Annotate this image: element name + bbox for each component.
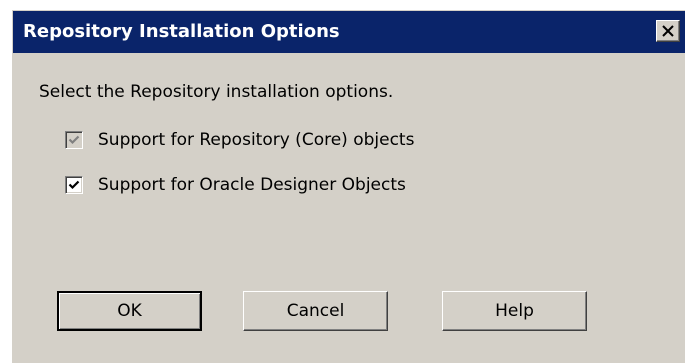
checkmark-icon <box>68 180 80 190</box>
oracle-designer-label[interactable]: Support for Oracle Designer Objects <box>98 175 406 195</box>
dialog-window: Repository Installation Options Select t… <box>12 10 685 363</box>
oracle-designer-checkbox[interactable] <box>65 176 83 194</box>
dialog-title: Repository Installation Options <box>23 21 340 42</box>
title-bar[interactable]: Repository Installation Options <box>13 11 685 53</box>
repository-core-checkbox <box>65 131 83 149</box>
ok-button[interactable]: OK <box>57 291 202 331</box>
close-button[interactable] <box>656 20 680 42</box>
help-button[interactable]: Help <box>442 291 587 331</box>
checkmark-icon <box>68 135 80 145</box>
repository-core-label: Support for Repository (Core) objects <box>98 130 415 150</box>
cancel-button[interactable]: Cancel <box>243 291 388 331</box>
close-icon <box>662 25 674 37</box>
instruction-text: Select the Repository installation optio… <box>39 82 394 102</box>
